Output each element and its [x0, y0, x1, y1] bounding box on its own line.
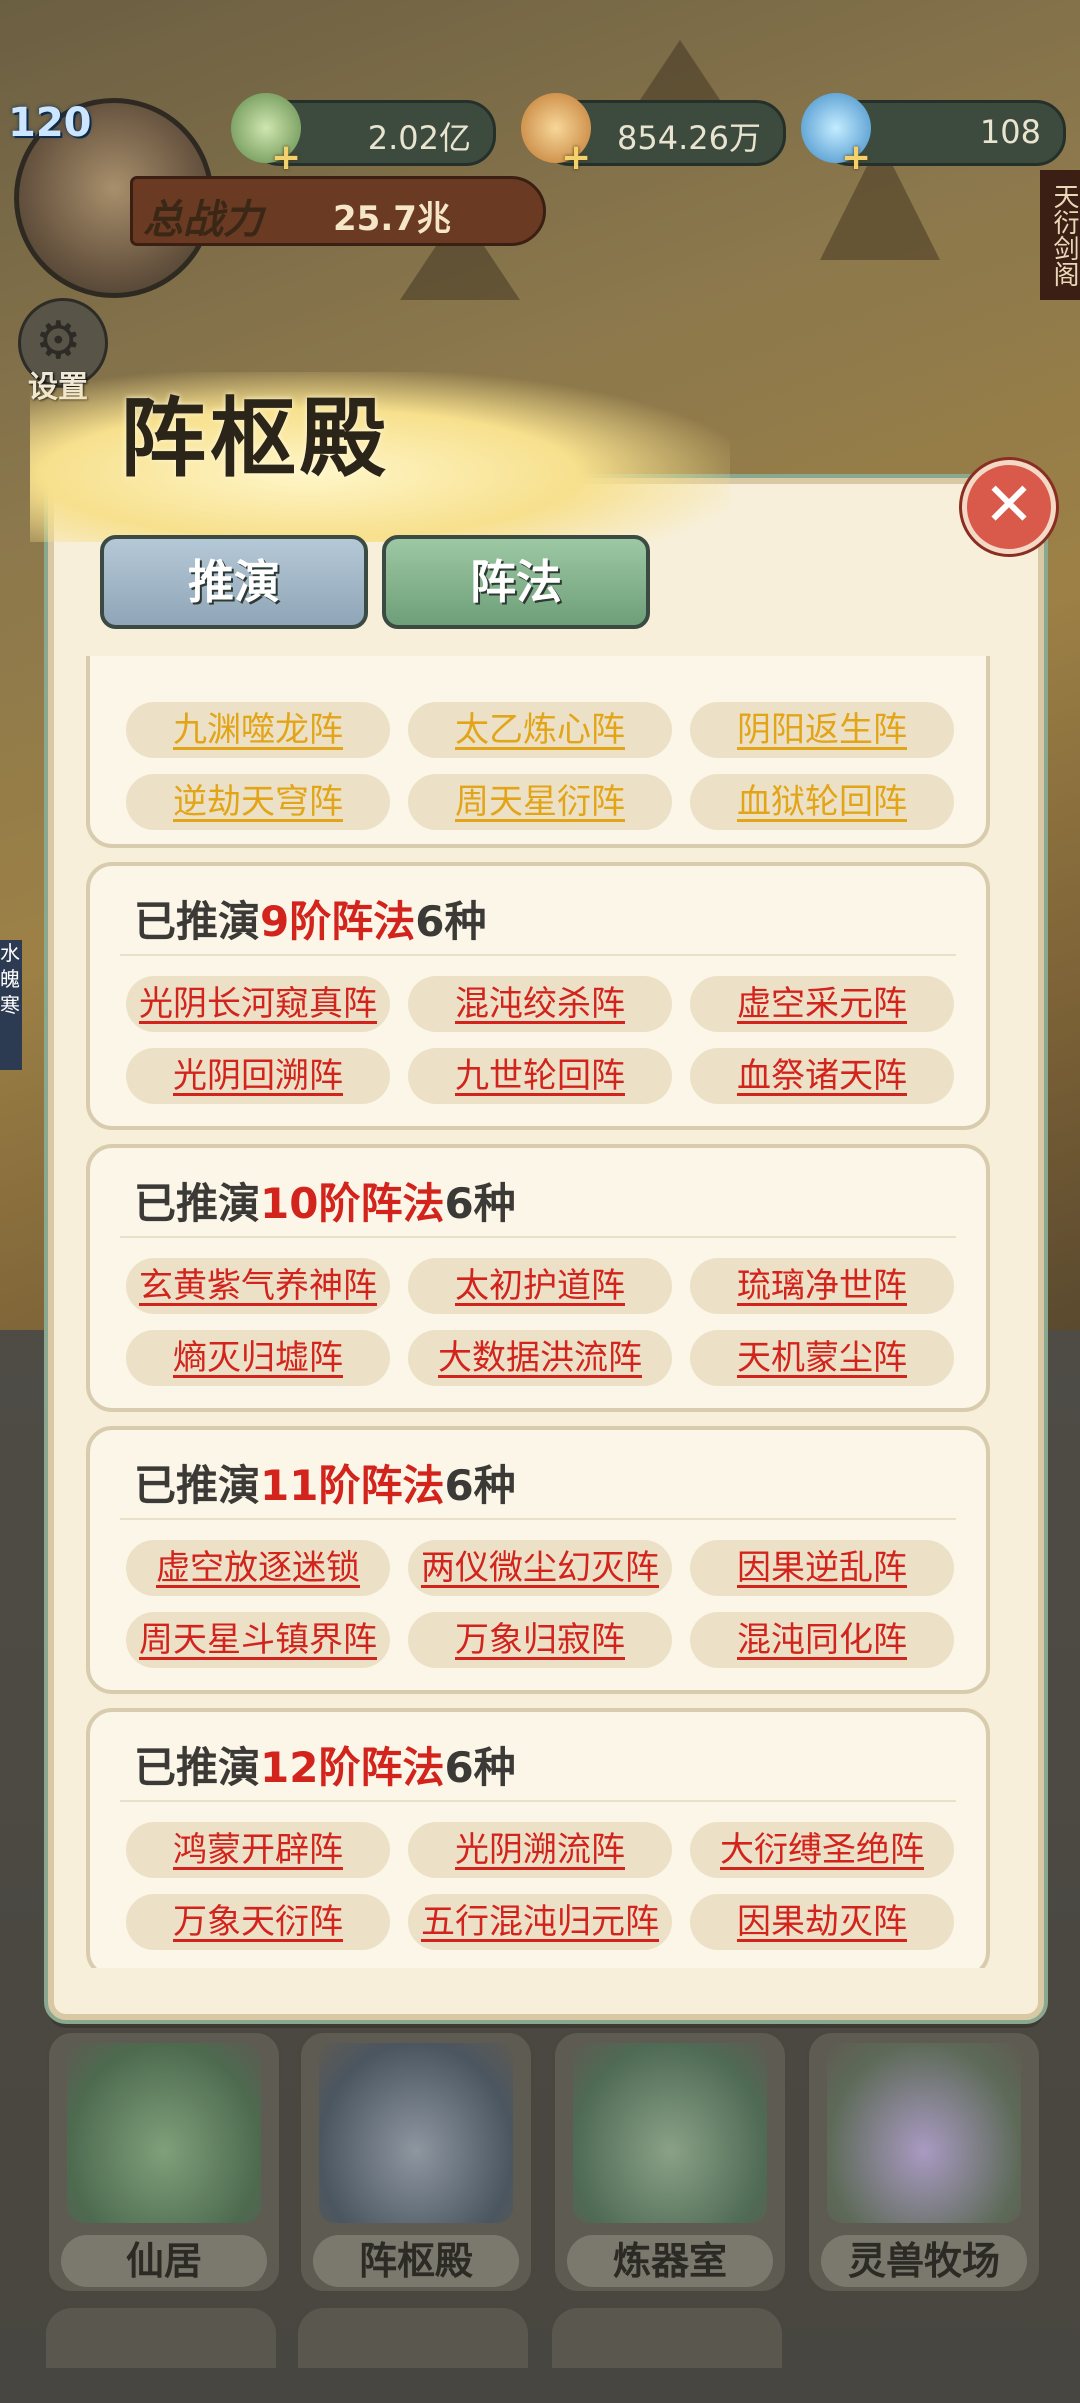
formation-card-tier9: 已推演9阶阵法6种 光阴长河窥真阵 混沌绞杀阵 虚空采元阵 光阴回溯阵 九世轮回…: [86, 862, 990, 1130]
formation-chip[interactable]: 因果逆乱阵: [690, 1540, 954, 1596]
formation-chip[interactable]: 虚空放逐迷锁: [126, 1540, 390, 1596]
divider: [120, 954, 956, 956]
building-name: 仙居: [61, 2235, 267, 2287]
formation-card-tier11: 已推演11阶阵法6种 虚空放逐迷锁 两仪微尘幻灭阵 因果逆乱阵 周天星斗镇界阵 …: [86, 1426, 990, 1694]
formation-chip[interactable]: 血狱轮回阵: [690, 774, 954, 830]
formation-chip[interactable]: 鸿蒙开辟阵: [126, 1822, 390, 1878]
building-xianju[interactable]: 仙居: [46, 2030, 282, 2294]
power-label: 总战力: [143, 197, 263, 243]
formation-chip[interactable]: 虚空采元阵: [690, 976, 954, 1032]
formation-chip[interactable]: 五行混沌归元阵: [408, 1894, 672, 1950]
formation-chip[interactable]: 太初护道阵: [408, 1258, 672, 1314]
building-name: 灵兽牧场: [821, 2235, 1027, 2287]
panel-title: 阵枢殿: [120, 389, 390, 489]
formation-chip[interactable]: 九渊噬龙阵: [126, 702, 390, 758]
formation-hall-icon: [319, 2043, 513, 2223]
total-power-bar: 总战力 25.7兆: [130, 176, 546, 246]
resource-value: 2.02亿: [367, 119, 471, 157]
building-lianqishi[interactable]: 炼器室: [552, 2030, 788, 2294]
resource-value: 854.26万: [617, 119, 761, 157]
section-heading: 已推演9阶阵法6种: [134, 897, 487, 946]
formation-list[interactable]: 九渊噬龙阵 太乙炼心阵 阴阳返生阵 逆劫天穹阵 周天星衍阵 血狱轮回阵 已推演9…: [86, 656, 996, 1968]
resource-value: 108: [979, 113, 1041, 151]
tab-zhenfa[interactable]: 阵法: [382, 535, 650, 629]
formation-chip[interactable]: 玄黄紫气养神阵: [126, 1258, 390, 1314]
add-icon[interactable]: +: [271, 137, 301, 178]
forge-icon: [573, 2043, 767, 2223]
residence-icon: [67, 2043, 261, 2223]
close-icon: ✕: [983, 470, 1035, 540]
formation-chip[interactable]: 周天星衍阵: [408, 774, 672, 830]
beast-ranch-icon: [827, 2043, 1021, 2223]
formation-chip[interactable]: 逆劫天穹阵: [126, 774, 390, 830]
left-location-tag[interactable]: 水魄寒: [0, 940, 22, 1070]
formation-chip[interactable]: 光阴长河窥真阵: [126, 976, 390, 1032]
building-zhenshudian[interactable]: 阵枢殿: [298, 2030, 534, 2294]
building-name: 炼器室: [567, 2235, 773, 2287]
add-icon[interactable]: +: [561, 137, 591, 178]
side-location-title[interactable]: 天衍剑阁: [1040, 170, 1080, 300]
formation-chip[interactable]: 熵灭归墟阵: [126, 1330, 390, 1386]
resource-spirit-stone[interactable]: + 854.26万: [521, 93, 786, 178]
formation-chip[interactable]: 光阴回溯阵: [126, 1048, 390, 1104]
formation-card-partial: 九渊噬龙阵 太乙炼心阵 阴阳返生阵 逆劫天穹阵 周天星衍阵 血狱轮回阵: [86, 656, 990, 848]
divider: [120, 1800, 956, 1802]
formation-chip[interactable]: 两仪微尘幻灭阵: [408, 1540, 672, 1596]
divider: [120, 1236, 956, 1238]
formation-chip[interactable]: 大数据洪流阵: [408, 1330, 672, 1386]
formation-chip[interactable]: 光阴溯流阵: [408, 1822, 672, 1878]
section-heading: 已推演12阶阵法6种: [134, 1743, 516, 1792]
formation-chip[interactable]: 大衍缚圣绝阵: [690, 1822, 954, 1878]
section-heading: 已推演10阶阵法6种: [134, 1179, 516, 1228]
close-button[interactable]: ✕: [962, 460, 1056, 554]
formation-chip[interactable]: 九世轮回阵: [408, 1048, 672, 1104]
tab-tuiyan[interactable]: 推演: [100, 535, 368, 629]
building-partial[interactable]: [552, 2308, 782, 2368]
formation-chip[interactable]: 因果劫灭阵: [690, 1894, 954, 1950]
formation-card-tier10: 已推演10阶阵法6种 玄黄紫气养神阵 太初护道阵 琉璃净世阵 熵灭归墟阵 大数据…: [86, 1144, 990, 1412]
formation-chip[interactable]: 阴阳返生阵: [690, 702, 954, 758]
formation-chip[interactable]: 天机蒙尘阵: [690, 1330, 954, 1386]
building-name: 阵枢殿: [313, 2235, 519, 2287]
resource-crystal[interactable]: + 108: [801, 93, 1066, 178]
building-partial[interactable]: [298, 2308, 528, 2368]
formation-chip[interactable]: 万象归寂阵: [408, 1612, 672, 1668]
formation-card-tier12: 已推演12阶阵法6种 鸿蒙开辟阵 光阴溯流阵 大衍缚圣绝阵 万象天衍阵 五行混沌…: [86, 1708, 990, 1968]
formation-chip[interactable]: 万象天衍阵: [126, 1894, 390, 1950]
section-heading: 已推演11阶阵法6种: [134, 1461, 516, 1510]
formation-chip[interactable]: 琉璃净世阵: [690, 1258, 954, 1314]
building-lingshou-muchang[interactable]: 灵兽牧场: [806, 2030, 1042, 2294]
add-icon[interactable]: +: [841, 137, 871, 178]
formation-chip[interactable]: 血祭诸天阵: [690, 1048, 954, 1104]
formation-chip[interactable]: 混沌绞杀阵: [408, 976, 672, 1032]
resource-jade[interactable]: + 2.02亿: [231, 93, 496, 178]
building-partial[interactable]: [46, 2308, 276, 2368]
player-level: 120: [8, 100, 92, 146]
formation-chip[interactable]: 太乙炼心阵: [408, 702, 672, 758]
formation-chip[interactable]: 周天星斗镇界阵: [126, 1612, 390, 1668]
divider: [120, 1518, 956, 1520]
formation-chip[interactable]: 混沌同化阵: [690, 1612, 954, 1668]
power-value: 25.7兆: [333, 199, 451, 239]
